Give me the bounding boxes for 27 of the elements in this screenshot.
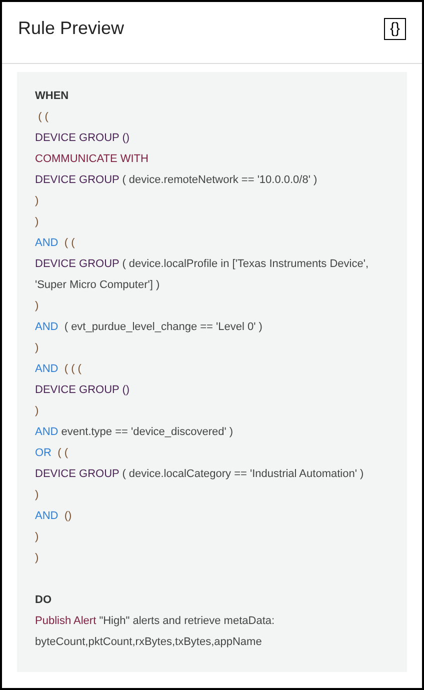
code-line: DEVICE GROUP () — [35, 131, 131, 146]
code-line: AND () — [35, 509, 73, 524]
code-line: COMMUNICATE WITH — [35, 152, 150, 167]
code-line: DEVICE GROUP ( device.localCategory == 'Industrial Automation' ) — [35, 467, 365, 482]
panel-title: Rule Preview — [18, 17, 124, 40]
code-line: AND ( evt_purdue_level_change == 'Level 0' ) — [35, 320, 264, 335]
code-line: OR ( ( — [35, 446, 69, 461]
code-line: Publish Alert "High" alerts and retrieve metaData: — [35, 614, 276, 629]
code-line: ) — [35, 488, 40, 503]
code-line: ) — [35, 215, 40, 230]
json-toggle-button[interactable]: {} — [384, 18, 406, 40]
code-line: ) — [35, 404, 40, 419]
code-line: DEVICE GROUP () — [35, 383, 131, 398]
code-line: DEVICE GROUP ( device.remoteNetwork == '10.0.0.0/8' ) — [35, 173, 318, 188]
code-line: AND ( ( ( — [35, 362, 82, 377]
code-line: ) — [35, 530, 40, 545]
section-heading: WHEN — [35, 89, 70, 104]
code-line: ) — [35, 194, 40, 209]
code-line: AND ( ( — [35, 236, 76, 251]
code-line: ) — [35, 299, 40, 314]
code-line: ( ( — [37, 110, 50, 125]
code-line: byteCount,pktCount,rxBytes,txBytes,appName — [35, 635, 263, 650]
code-line: AND event.type == 'device_discovered' ) — [35, 425, 234, 440]
section-heading: DO — [35, 593, 52, 608]
code-line: ) — [35, 341, 40, 356]
code-line: DEVICE GROUP ( device.localProfile in ['Texas Instruments Device', 'Super Micro Computer'] ) — [35, 257, 370, 293]
code-line: ) — [35, 551, 40, 566]
